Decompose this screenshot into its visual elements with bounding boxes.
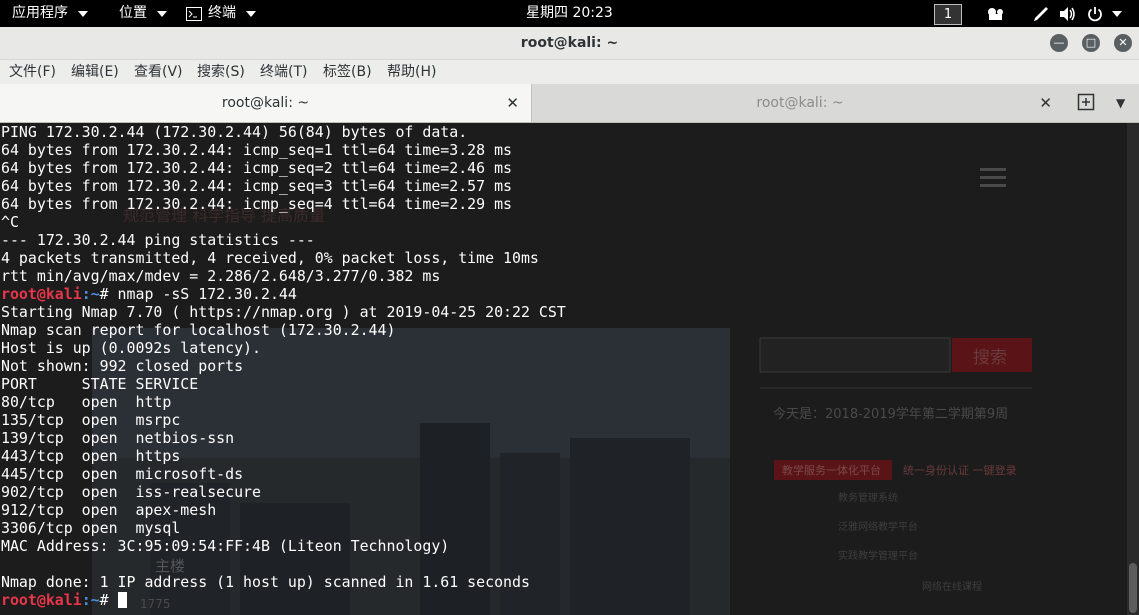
tabs-menu-button[interactable]: ▼ (1116, 84, 1125, 122)
menu-search[interactable]: 搜索(S) (197, 60, 245, 84)
background-login: 统一身份认证 一键登录 (903, 463, 1017, 477)
terminal-view[interactable]: 规范管理 科学指导 提高质量 搜索 今天是：2018-2019学年第二学期第9周… (0, 123, 1139, 615)
menu-view[interactable]: 查看(V) (134, 60, 183, 84)
menu-bar: 文件(F) 编辑(E) 查看(V) 搜索(S) 终端(T) 标签(B) 帮助(H… (0, 60, 1139, 84)
menu-edit[interactable]: 编辑(E) (71, 60, 119, 84)
nmap-line-8: 139/tcp open netbios-ssn (1, 429, 235, 447)
scrollbar-thumb[interactable] (1129, 563, 1137, 613)
tab-root-kali-1[interactable]: root@kali: ~ ✕ (0, 84, 532, 122)
camera-icon[interactable] (986, 0, 1006, 27)
minimize-icon: — (1053, 36, 1065, 49)
window-title: root@kali: ~ (520, 35, 619, 51)
nmap-line-12: 912/tcp open apex-mesh (1, 501, 217, 519)
nmap-line-6: 80/tcp open http (1, 393, 172, 411)
tab-bar: root@kali: ~ ✕ root@kali: ~ ✕ ▼ (0, 84, 1139, 123)
workspace-indicator[interactable]: 1 (934, 4, 962, 25)
terminal-app-menu[interactable]: 终端 (186, 0, 256, 27)
nmap-line-4: Not shown: 992 closed ports (1, 357, 244, 375)
nmap-line-1: Starting Nmap 7.70 ( https://nmap.org ) … (1, 303, 566, 321)
prompt-user: root@kali (1, 591, 82, 609)
close-tab-icon[interactable]: ✕ (1039, 84, 1052, 122)
background-date: 今天是：2018-2019学年第二学期第9周 (773, 406, 1008, 422)
background-link-3: 实践教学管理平台 (838, 549, 918, 562)
window-titlebar[interactable]: root@kali: ~ — □ ✕ (0, 27, 1139, 60)
menu-terminal[interactable]: 终端(T) (260, 60, 307, 84)
ping-line-6: ^C (1, 213, 19, 231)
terminal-scrollbar[interactable] (1127, 123, 1139, 615)
chevron-down-icon (157, 10, 167, 17)
maximize-icon: □ (1085, 36, 1097, 49)
ping-line-9: rtt min/avg/max/mdev = 2.286/2.648/3.277… (1, 267, 441, 285)
power-icon[interactable] (1087, 0, 1122, 27)
background-link-4: 网络在线课程 (922, 580, 982, 593)
places-label: 位置 (119, 5, 147, 21)
applications-label: 应用程序 (12, 5, 68, 21)
pen-icon[interactable] (1032, 0, 1050, 27)
background-link-2: 泛雅网络教学平台 (838, 520, 918, 533)
close-tab-icon[interactable]: ✕ (506, 84, 519, 122)
minimize-button[interactable]: — (1050, 34, 1068, 52)
new-tab-icon (1077, 93, 1095, 111)
ping-line-7: --- 172.30.2.44 ping statistics --- (1, 231, 315, 249)
background-platform-title: 教学服务一体化平台 (782, 463, 881, 477)
nmap-line-7: 135/tcp open msrpc (1, 411, 181, 429)
nmap-line-5: PORT STATE SERVICE (1, 375, 199, 393)
new-tab-button[interactable] (1076, 92, 1098, 114)
menu-file[interactable]: 文件(F) (9, 60, 56, 84)
tab-label: root@kali: ~ (756, 95, 844, 111)
chevron-down-icon (78, 10, 88, 17)
places-menu[interactable]: 位置 (119, 0, 167, 27)
terminal-icon (186, 6, 202, 21)
terminal-app-label: 终端 (208, 5, 236, 21)
tab-label: root@kali: ~ (221, 95, 310, 111)
ping-line-5: 64 bytes from 172.30.2.44: icmp_seq=4 tt… (1, 195, 513, 213)
nmap-line-2: Nmap scan report for localhost (172.30.2… (1, 321, 396, 339)
nmap-line-10: 445/tcp open microsoft-ds (1, 465, 244, 483)
ping-line-1: PING 172.30.2.44 (172.30.2.44) 56(84) by… (1, 123, 468, 141)
ping-line-3: 64 bytes from 172.30.2.44: icmp_seq=2 tt… (1, 159, 513, 177)
text-cursor (117, 592, 127, 608)
chevron-down-icon (246, 10, 256, 17)
chevron-down-icon: ▼ (1116, 96, 1126, 110)
maximize-button[interactable]: □ (1082, 34, 1100, 52)
menu-tabs[interactable]: 标签(B) (323, 60, 372, 84)
prompt-path: :~ (81, 285, 100, 303)
close-icon: ✕ (1118, 36, 1128, 49)
prompt-input[interactable]: # (100, 591, 118, 609)
terminal-output: PING 172.30.2.44 (172.30.2.44) 56(84) by… (1, 123, 566, 609)
ping-line-2: 64 bytes from 172.30.2.44: icmp_seq=1 tt… (1, 141, 513, 159)
background-link-1: 教务管理系统 (838, 491, 898, 504)
chevron-down-icon (1112, 10, 1122, 17)
tab-root-kali-2[interactable]: root@kali: ~ ✕ (532, 84, 1068, 122)
background-search-button: 搜索 (973, 348, 1007, 368)
clock[interactable]: 星期四 20:23 (526, 0, 613, 27)
close-window-button[interactable]: ✕ (1114, 34, 1132, 52)
nmap-line-9: 443/tcp open https (1, 447, 181, 465)
menu-help[interactable]: 帮助(H) (387, 60, 436, 84)
ping-line-8: 4 packets transmitted, 4 received, 0% pa… (1, 249, 539, 267)
nmap-line-13: 3306/tcp open mysql (1, 519, 181, 537)
ping-line-4: 64 bytes from 172.30.2.44: icmp_seq=3 tt… (1, 177, 513, 195)
prompt-user: root@kali (1, 285, 82, 303)
prompt-path: :~ (81, 591, 100, 609)
top-panel: 应用程序 位置 终端 星期四 20:23 1 (0, 0, 1139, 27)
nmap-line-14: MAC Address: 3C:95:09:54:FF:4B (Liteon T… (1, 537, 450, 555)
nmap-line-3: Host is up (0.0092s latency). (1, 339, 261, 357)
nmap-line-16: Nmap done: 1 IP address (1 host up) scan… (1, 573, 530, 591)
nmap-line-11: 902/tcp open iss-realsecure (1, 483, 261, 501)
applications-menu[interactable]: 应用程序 (12, 0, 88, 27)
prompt-command: # nmap -sS 172.30.2.44 (99, 285, 297, 303)
volume-icon[interactable] (1059, 0, 1077, 27)
